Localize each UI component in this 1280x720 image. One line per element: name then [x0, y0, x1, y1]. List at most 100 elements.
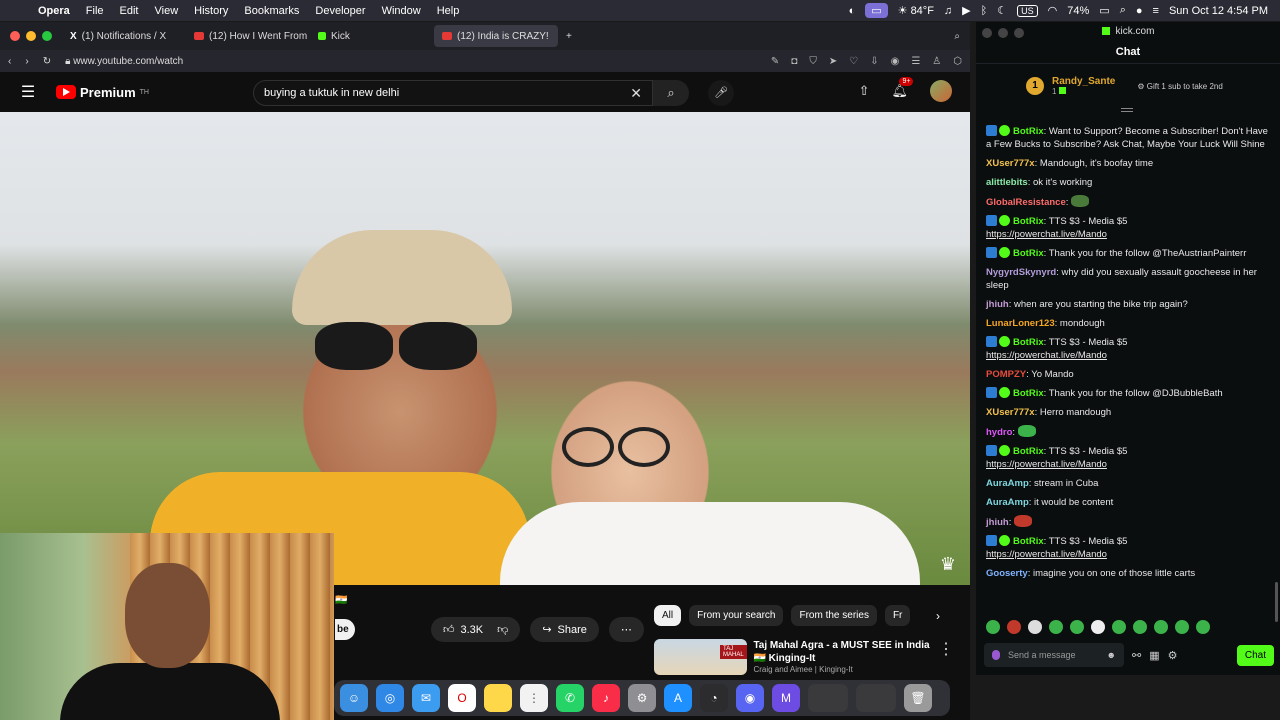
chat-username[interactable]: jhiuh — [986, 517, 1009, 528]
headphones-icon[interactable]: ♫ — [944, 5, 952, 17]
upload-icon[interactable]: ⇧ — [859, 83, 870, 99]
chat-username[interactable]: LunarLoner123 — [986, 318, 1055, 329]
chip-from-the-series[interactable]: From the series — [791, 605, 877, 626]
recent-window-thumbnail-icon-2[interactable] — [856, 684, 896, 712]
chat-link[interactable]: https://powerchat.live/Mando — [986, 549, 1107, 560]
menu-file[interactable]: File — [78, 5, 112, 17]
shield-icon[interactable]: ⛉ — [809, 56, 817, 67]
top-gifter[interactable]: 1 Randy_Sante 1 ⚙ Gift 1 sub to take 2nd — [1026, 76, 1223, 96]
camera-icon[interactable]: ◘ — [791, 56, 797, 67]
chat-username[interactable]: alittlebits — [986, 177, 1028, 188]
chat-username[interactable]: jhiuh — [986, 299, 1009, 310]
subscribe-button[interactable]: be — [335, 619, 355, 640]
bluetooth-icon[interactable]: ᛒ — [981, 5, 988, 17]
emote-icon[interactable] — [1049, 620, 1063, 634]
zoom-window-button[interactable] — [42, 31, 52, 41]
music-icon[interactable]: ♪ — [592, 684, 620, 712]
chat-username[interactable]: GlobalResistance — [986, 197, 1066, 208]
focus-moon-icon[interactable]: ☾ — [997, 4, 1007, 17]
search-button[interactable]: ⌕ — [653, 80, 689, 106]
dark-mode-icon[interactable]: ◐ — [849, 5, 856, 17]
back-icon[interactable]: ‹ — [8, 56, 11, 67]
download-icon[interactable]: ⇩ — [870, 56, 878, 67]
emote-icon[interactable] — [1133, 620, 1147, 634]
opera-icon[interactable]: O — [448, 684, 476, 712]
channel-watermark-icon[interactable]: ♛ — [940, 554, 956, 575]
chips-next-icon[interactable]: › — [936, 609, 940, 623]
share-button[interactable]: ↪ Share — [530, 617, 599, 642]
vpn-icon[interactable]: ⬡ — [953, 56, 962, 67]
like-button[interactable]: 👍︎ 3.3K 👎︎ — [431, 617, 521, 642]
hamburger-menu-icon[interactable]: ☰ — [0, 82, 56, 102]
notifications-button[interactable]: 🔔︎ 9+ — [891, 77, 914, 99]
recommended-thumbnail[interactable]: TAJ MAHAL — [654, 639, 748, 675]
clear-search-icon[interactable]: ✕ — [630, 85, 642, 102]
siri-icon[interactable]: ● — [1136, 5, 1143, 17]
control-center-icon[interactable]: ≡ — [1153, 5, 1159, 17]
emote-icon[interactable] — [1070, 620, 1084, 634]
pinned-expand-icon[interactable] — [1121, 108, 1133, 112]
emote-icon[interactable] — [986, 620, 1000, 634]
chat-link[interactable]: https://powerchat.live/Mando — [986, 350, 1107, 361]
close-window-button[interactable] — [10, 31, 20, 41]
mail-icon[interactable]: ✉ — [412, 684, 440, 712]
emote-icon[interactable] — [1154, 620, 1168, 634]
chat-username[interactable]: BotRix — [1013, 126, 1044, 137]
spotlight-search-icon[interactable]: ⌕ — [1120, 4, 1126, 17]
weather-status[interactable]: ☀ 84°F — [898, 4, 934, 17]
gift-icon[interactable]: ▦ — [1149, 649, 1159, 662]
chip-truncated[interactable]: Fr — [884, 605, 911, 626]
whatsapp-icon[interactable]: ✆ — [556, 684, 584, 712]
kick-minimize-button[interactable] — [998, 28, 1008, 38]
chat-username[interactable]: BotRix — [1013, 388, 1044, 399]
chat-username[interactable]: NygyrdSkynyrd — [986, 267, 1056, 278]
chat-username[interactable]: hydro — [986, 427, 1012, 438]
thumbs-down-icon[interactable]: 👎︎ — [497, 623, 508, 636]
chat-link[interactable]: https://powerchat.live/Mando — [986, 459, 1107, 470]
chat-username[interactable]: BotRix — [1013, 536, 1044, 547]
new-tab-icon[interactable]: + — [566, 31, 572, 42]
emote-icon[interactable] — [1175, 620, 1189, 634]
activity-monitor-icon[interactable]: ◔ — [700, 684, 728, 712]
voice-icon[interactable] — [992, 650, 1000, 660]
chip-from-your-search[interactable]: From your search — [689, 605, 784, 626]
emote-icon[interactable] — [1112, 620, 1126, 634]
menu-help[interactable]: Help — [429, 5, 468, 17]
menubar-datetime[interactable]: Sun Oct 12 4:54 PM — [1169, 5, 1268, 17]
chat-settings-gear-icon[interactable]: ⚙ — [1168, 649, 1178, 662]
link-icon[interactable]: ⚯ — [1132, 649, 1141, 662]
emote-icon[interactable] — [1091, 620, 1105, 634]
url-field[interactable]: 🔒︎ www.youtube.com/watch — [65, 56, 757, 67]
edit-icon[interactable]: ✎ — [771, 56, 779, 67]
wifi-icon[interactable]: ◠ — [1048, 4, 1058, 17]
chat-username[interactable]: BotRix — [1013, 337, 1044, 348]
tab-kick[interactable]: Kick — [310, 25, 434, 47]
extension-icon[interactable]: ◉ — [891, 56, 900, 67]
kick-zoom-button[interactable] — [1014, 28, 1024, 38]
menu-developer[interactable]: Developer — [307, 5, 373, 17]
screen-record-icon[interactable]: ▭ — [865, 3, 888, 18]
avatar[interactable] — [930, 80, 952, 102]
recommended-video[interactable]: TAJ MAHAL Taj Mahal Agra - a MUST SEE in… — [654, 639, 954, 679]
safari-icon[interactable]: ◎ — [376, 684, 404, 712]
chip-all[interactable]: All — [654, 605, 682, 626]
voice-search-button[interactable]: 🎤︎ — [708, 80, 734, 106]
battery-percent[interactable]: 74% — [1067, 5, 1089, 17]
recommended-more-icon[interactable]: ⋮ — [938, 639, 954, 679]
send-message-input[interactable]: Send a message ☻ — [984, 643, 1124, 667]
menu-bookmarks[interactable]: Bookmarks — [236, 5, 307, 17]
menu-edit[interactable]: Edit — [112, 5, 147, 17]
reminders-icon[interactable]: ⋮ — [520, 684, 548, 712]
settings-gear-icon[interactable]: ⚙ — [628, 684, 656, 712]
tab-youtube-india-crazy[interactable]: (12) India is CRAZY! — [434, 25, 558, 47]
menu-list-icon[interactable]: ☰ — [911, 56, 920, 67]
menu-app-name[interactable]: Opera — [30, 5, 78, 17]
video-player[interactable]: ♛ — [0, 112, 970, 585]
gift-prompt[interactable]: ⚙ Gift 1 sub to take 2nd — [1137, 82, 1222, 91]
notes-icon[interactable] — [484, 684, 512, 712]
menu-view[interactable]: View — [147, 5, 187, 17]
tab-x-notifications[interactable]: X (1) Notifications / X — [62, 25, 186, 47]
search-input[interactable]: buying a tuktuk in new delhi ✕ — [253, 80, 653, 106]
app-store-icon[interactable]: A — [664, 684, 692, 712]
chat-scrollbar[interactable] — [1275, 582, 1278, 622]
